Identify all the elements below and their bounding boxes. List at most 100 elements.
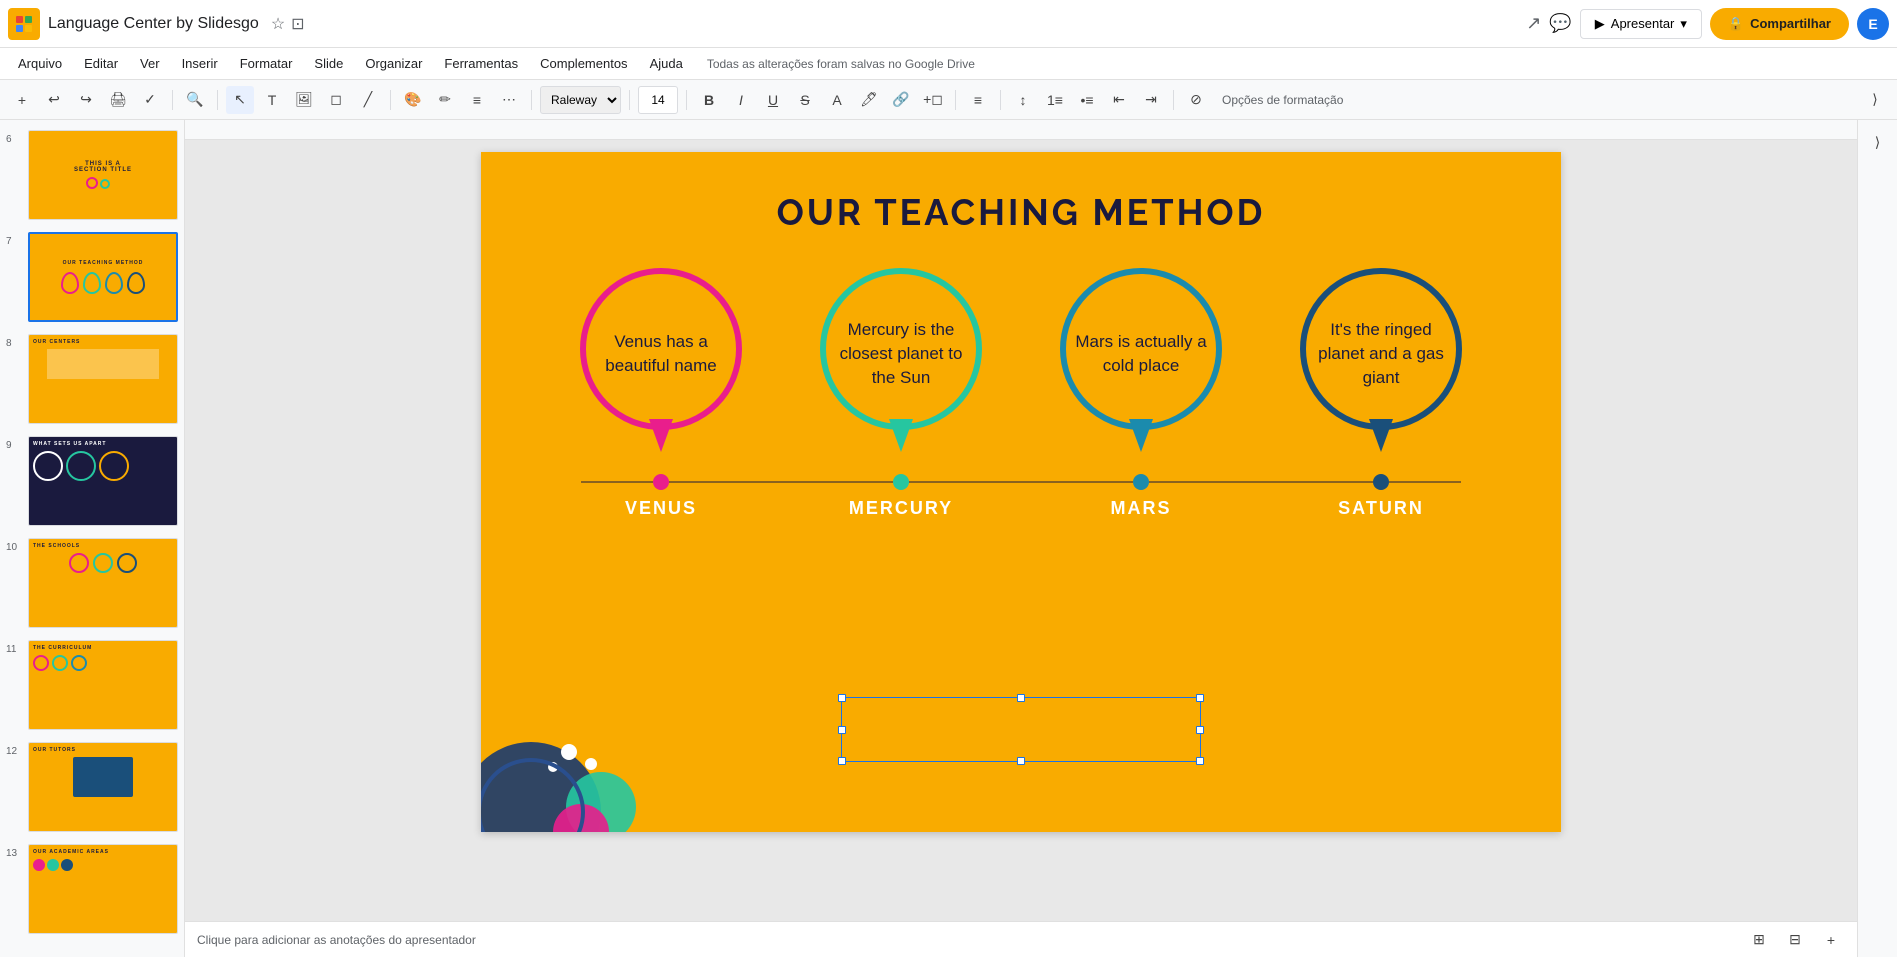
handle-ml[interactable] xyxy=(838,726,846,734)
image-button[interactable]: 🖼 xyxy=(290,86,318,114)
planet-label-venus: VENUS xyxy=(571,498,751,519)
slide-thumb-8[interactable]: 8 OUR CENTERS xyxy=(4,332,180,426)
menu-slide[interactable]: Slide xyxy=(304,52,353,75)
print-button[interactable]: 🖨 xyxy=(104,86,132,114)
timeline-dot-mars xyxy=(1133,474,1149,490)
activity-icon[interactable]: ↗ xyxy=(1526,13,1541,34)
font-size-input[interactable] xyxy=(638,86,678,114)
pin-mars: Mars is actually a cold place xyxy=(1051,264,1231,464)
timeline-dot-venus xyxy=(653,474,669,490)
text-button[interactable]: T xyxy=(258,86,286,114)
slide-image-9: WHAT SETS US APART xyxy=(28,436,178,526)
underline-button[interactable]: U xyxy=(759,86,787,114)
handle-bl[interactable] xyxy=(838,757,846,765)
pin-venus: Venus has a beautiful name xyxy=(571,264,751,464)
italic-button[interactable]: I xyxy=(727,86,755,114)
align-button[interactable]: ≡ xyxy=(964,86,992,114)
present-button[interactable]: ▶ Apresentar ▾ xyxy=(1580,9,1702,39)
handle-tc[interactable] xyxy=(1017,694,1025,702)
menu-formatar[interactable]: Formatar xyxy=(230,52,303,75)
clear-format-button[interactable]: ⊘ xyxy=(1182,86,1210,114)
menu-inserir[interactable]: Inserir xyxy=(172,52,228,75)
border-color-button[interactable]: ✏ xyxy=(431,86,459,114)
main-area: 6 THIS IS A SECTION TITLE 7 xyxy=(0,120,1897,957)
increase-indent-button[interactable]: ⇥ xyxy=(1137,86,1165,114)
avatar[interactable]: E xyxy=(1857,8,1889,40)
bold-button[interactable]: B xyxy=(695,86,723,114)
menu-arquivo[interactable]: Arquivo xyxy=(8,52,72,75)
slide-image-8: OUR CENTERS xyxy=(28,334,178,424)
filmstrip-button[interactable]: ⊟ xyxy=(1781,926,1809,954)
slide-thumb-11[interactable]: 11 THE CURRICULUM xyxy=(4,638,180,732)
top-right-actions: ↗ 💬 ▶ Apresentar ▾ 🔒 Compartilhar E xyxy=(1526,8,1889,40)
slide-thumb-9[interactable]: 9 WHAT SETS US APART xyxy=(4,434,180,528)
slide-thumb-10[interactable]: 10 THE SCHOOLS xyxy=(4,536,180,630)
panel-collapse-button[interactable]: ⟩ xyxy=(1864,128,1892,156)
right-panel: ⟩ xyxy=(1857,120,1897,957)
toolbar-sep-5 xyxy=(629,90,630,110)
zoom-button[interactable]: 🔍 xyxy=(181,86,209,114)
slide-image-6: THIS IS A SECTION TITLE xyxy=(28,130,178,220)
slide-num-7: 7 xyxy=(6,232,22,247)
menu-ajuda[interactable]: Ajuda xyxy=(640,52,693,75)
menu-ver[interactable]: Ver xyxy=(130,52,170,75)
strikethrough-button[interactable]: S xyxy=(791,86,819,114)
selection-box[interactable] xyxy=(841,697,1201,762)
menu-ferramentas[interactable]: Ferramentas xyxy=(434,52,528,75)
handle-tr[interactable] xyxy=(1196,694,1204,702)
slide-image-10: THE SCHOOLS xyxy=(28,538,178,628)
comments-icon[interactable]: 💬 xyxy=(1549,13,1571,34)
font-color-button[interactable]: A xyxy=(823,86,851,114)
circle-item-mars: Mars is actually a cold place xyxy=(1051,264,1231,464)
shapes-button[interactable]: ◻ xyxy=(322,86,350,114)
numbered-list-button[interactable]: 1≡ xyxy=(1041,86,1069,114)
handle-bc[interactable] xyxy=(1017,757,1025,765)
slide-num-8: 8 xyxy=(6,334,22,349)
grid-view-button[interactable]: ⊞ xyxy=(1745,926,1773,954)
bullet-list-button[interactable]: •≡ xyxy=(1073,86,1101,114)
star-icon[interactable]: ☆ xyxy=(271,14,285,34)
pin-mercury: Mercury is the closest planet to the Sun xyxy=(811,264,991,464)
app-icon xyxy=(8,8,40,40)
border-dash-button[interactable]: ⋯ xyxy=(495,86,523,114)
notes-placeholder[interactable]: Clique para adicionar as anotações do ap… xyxy=(197,933,476,947)
slide-title: OUR TEACHING METHOD xyxy=(481,152,1561,234)
collapse-button[interactable]: ⟩ xyxy=(1861,86,1889,114)
drive-icon[interactable]: ⊡ xyxy=(291,14,304,34)
border-weight-button[interactable]: ≡ xyxy=(463,86,491,114)
zoom-in-button[interactable]: + xyxy=(1817,926,1845,954)
highlight-button[interactable]: 🖊 xyxy=(855,86,883,114)
handle-mr[interactable] xyxy=(1196,726,1204,734)
add-button[interactable]: + xyxy=(8,86,36,114)
font-selector[interactable]: Raleway xyxy=(540,86,621,114)
slide-thumb-7[interactable]: 7 OUR TEACHING METHOD xyxy=(4,230,180,324)
handle-tl[interactable] xyxy=(838,694,846,702)
slides-panel: 6 THIS IS A SECTION TITLE 7 xyxy=(0,120,185,957)
menu-organizar[interactable]: Organizar xyxy=(355,52,432,75)
insert-button[interactable]: +◻ xyxy=(919,86,947,114)
share-button[interactable]: 🔒 Compartilhar xyxy=(1710,8,1849,40)
toolbar: + ↩ ↪ 🖨 ✓ 🔍 ↖ T 🖼 ◻ ╱ 🎨 ✏ ≡ ⋯ Raleway B … xyxy=(0,80,1897,120)
line-spacing-button[interactable]: ↕ xyxy=(1009,86,1037,114)
slide-thumb-6[interactable]: 6 THIS IS A SECTION TITLE xyxy=(4,128,180,222)
cursor-button[interactable]: ↖ xyxy=(226,86,254,114)
fill-color-button[interactable]: 🎨 xyxy=(399,86,427,114)
toolbar-sep-1 xyxy=(172,90,173,110)
menu-editar[interactable]: Editar xyxy=(74,52,128,75)
spell-check-button[interactable]: ✓ xyxy=(136,86,164,114)
decrease-indent-button[interactable]: ⇤ xyxy=(1105,86,1133,114)
handle-br[interactable] xyxy=(1196,757,1204,765)
slide-canvas[interactable]: OUR TEACHING METHOD Venus has a beautifu… xyxy=(481,152,1561,832)
timeline-row xyxy=(481,474,1561,490)
slide-thumb-12[interactable]: 12 OUR TUTORS xyxy=(4,740,180,834)
undo-button[interactable]: ↩ xyxy=(40,86,68,114)
slide-num-10: 10 xyxy=(6,538,22,553)
redo-button[interactable]: ↪ xyxy=(72,86,100,114)
toolbar-sep-4 xyxy=(531,90,532,110)
slide-thumb-13[interactable]: 13 OUR ACADEMIC AREAS xyxy=(4,842,180,936)
pin-saturn: It's the ringed planet and a gas giant xyxy=(1291,264,1471,464)
menu-bar: Arquivo Editar Ver Inserir Formatar Slid… xyxy=(0,48,1897,80)
link-button[interactable]: 🔗 xyxy=(887,86,915,114)
menu-complementos[interactable]: Complementos xyxy=(530,52,637,75)
line-button[interactable]: ╱ xyxy=(354,86,382,114)
